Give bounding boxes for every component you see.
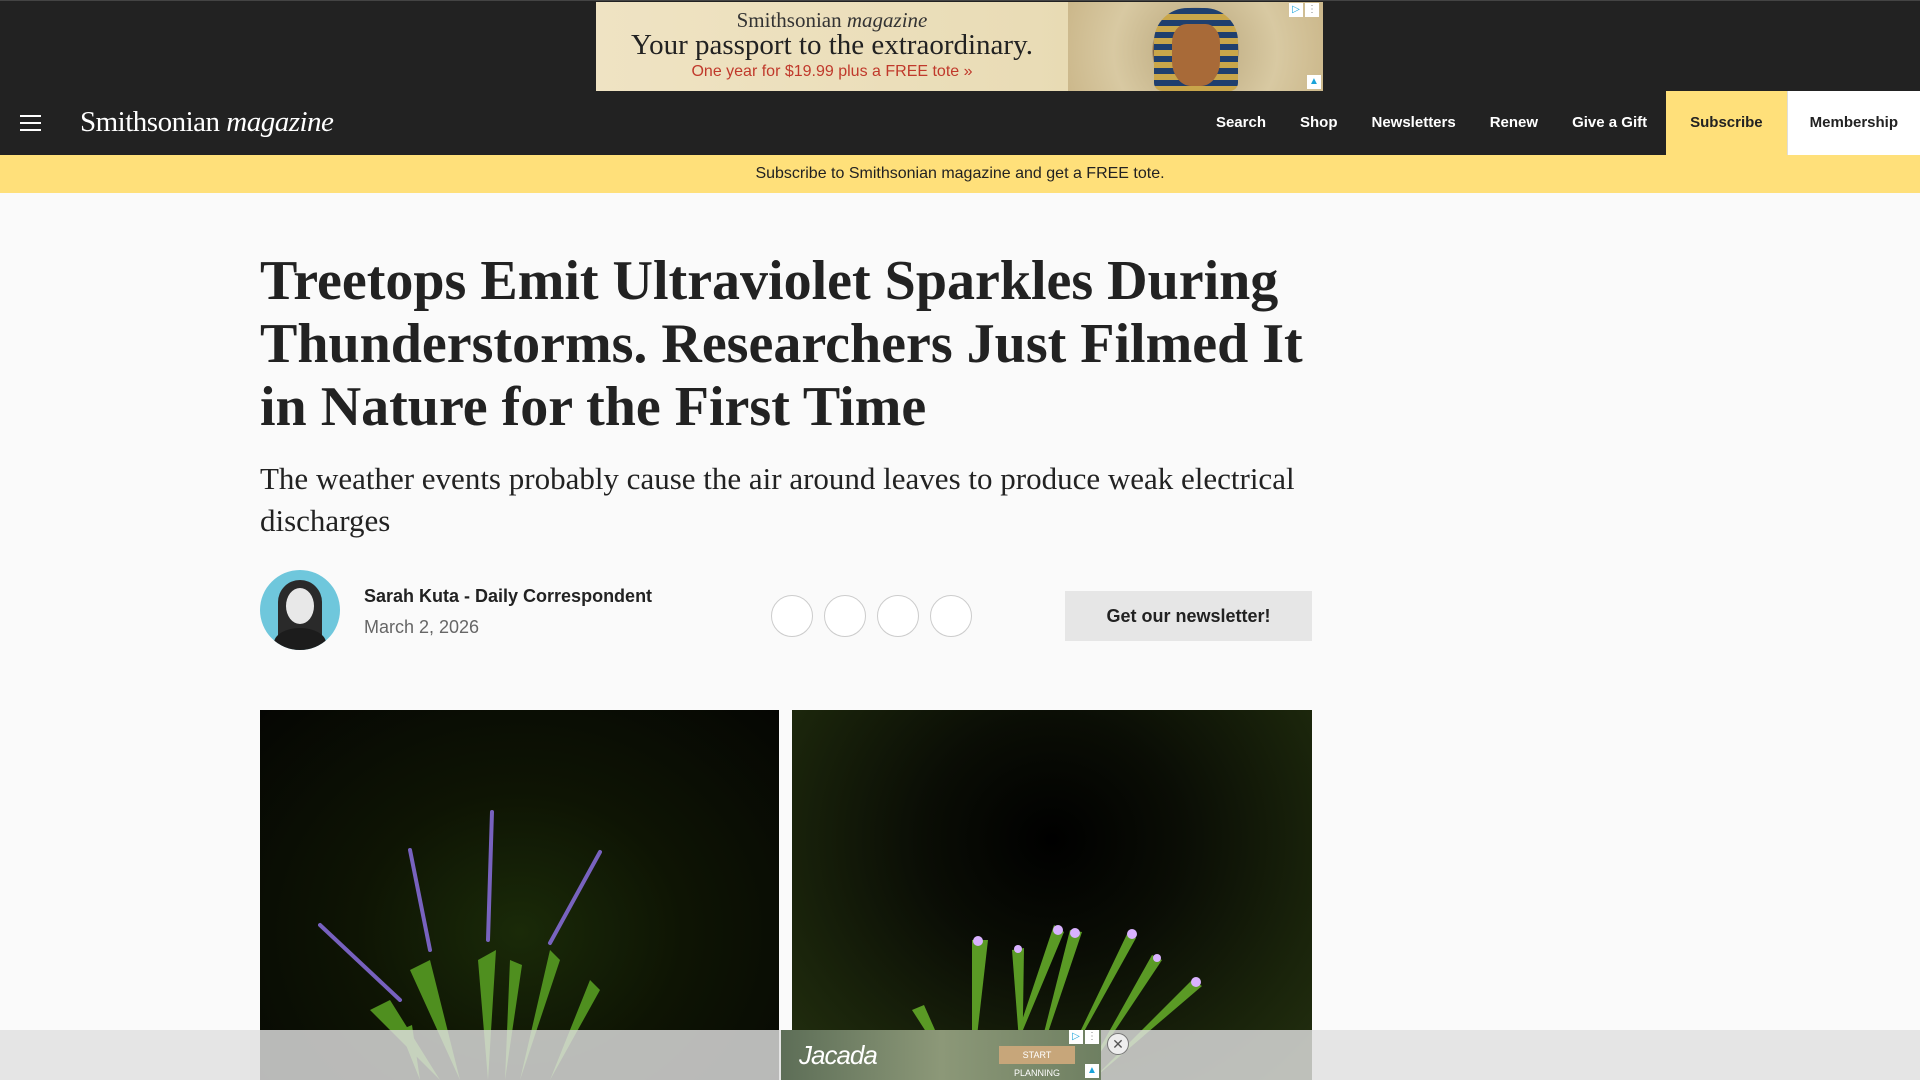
close-ad-icon[interactable]: ✕ bbox=[1107, 1033, 1129, 1055]
share-more-icon[interactable] bbox=[930, 595, 972, 637]
article-title: Treetops Emit Ultraviolet Sparkles Durin… bbox=[260, 250, 1303, 438]
top-ad-bar: Smithsonian magazine Your passport to th… bbox=[0, 0, 1920, 91]
author-name[interactable]: Sarah Kuta - Daily Correspondent bbox=[364, 586, 652, 607]
nav-search[interactable]: Search bbox=[1199, 91, 1283, 155]
nav-links: Search Shop Newsletters Renew Give a Gif… bbox=[1199, 91, 1920, 155]
membership-button[interactable]: Membership bbox=[1786, 91, 1920, 155]
share-facebook-icon[interactable] bbox=[771, 595, 813, 637]
article-photo-right bbox=[792, 710, 1312, 1080]
adchoices-icon[interactable]: ▲ bbox=[1085, 1064, 1099, 1078]
start-planning-button[interactable]: START PLANNING bbox=[999, 1046, 1075, 1078]
adchoices-play-icon[interactable]: ▷ bbox=[1069, 1030, 1083, 1044]
smithsonian-subscription-ad[interactable]: Smithsonian magazine Your passport to th… bbox=[596, 2, 1323, 91]
pharaoh-mask-image bbox=[1068, 2, 1323, 91]
nav-give-a-gift[interactable]: Give a Gift bbox=[1555, 91, 1664, 155]
ad-options-icon[interactable]: ⋮ bbox=[1305, 3, 1319, 17]
site-logo[interactable]: Smithsonian magazine bbox=[80, 106, 334, 139]
nav-renew[interactable]: Renew bbox=[1473, 91, 1555, 155]
site-header: Smithsonian magazine Search Shop Newslet… bbox=[0, 91, 1920, 155]
share-twitter-icon[interactable] bbox=[824, 595, 866, 637]
mask-face-shape bbox=[1172, 24, 1220, 86]
menu-icon[interactable] bbox=[20, 115, 41, 131]
article-photo-left bbox=[260, 710, 779, 1080]
jacada-logo: Jacada bbox=[799, 1040, 878, 1070]
newsletter-button[interactable]: Get our newsletter! bbox=[1065, 591, 1312, 641]
bottom-ad-bar: Jacada START PLANNING ▷ ⋮ ▲ ✕ bbox=[0, 1030, 1920, 1080]
publish-date: March 2, 2026 bbox=[364, 617, 480, 637]
subscribe-button[interactable]: Subscribe bbox=[1666, 91, 1787, 155]
adchoices-icon[interactable]: ▲ bbox=[1307, 75, 1321, 89]
article-subtitle: The weather events probably cause the ai… bbox=[260, 461, 1295, 538]
subscribe-promo-banner[interactable]: Subscribe to Smithsonian magazine and ge… bbox=[0, 155, 1920, 193]
share-email-icon[interactable] bbox=[877, 595, 919, 637]
author-avatar[interactable] bbox=[260, 570, 340, 650]
nav-shop[interactable]: Shop bbox=[1283, 91, 1355, 155]
ad-options-icon[interactable]: ⋮ bbox=[1085, 1030, 1099, 1044]
ad-offer[interactable]: One year for $19.99 plus a FREE tote » bbox=[596, 63, 1068, 81]
ad-headline: Your passport to the extraordinary. bbox=[631, 29, 1033, 61]
jacada-travel-ad[interactable]: Jacada START PLANNING ▷ ⋮ ▲ bbox=[781, 1030, 1101, 1080]
adchoices-play-icon[interactable]: ▷ bbox=[1289, 3, 1303, 17]
nav-newsletters[interactable]: Newsletters bbox=[1355, 91, 1473, 155]
